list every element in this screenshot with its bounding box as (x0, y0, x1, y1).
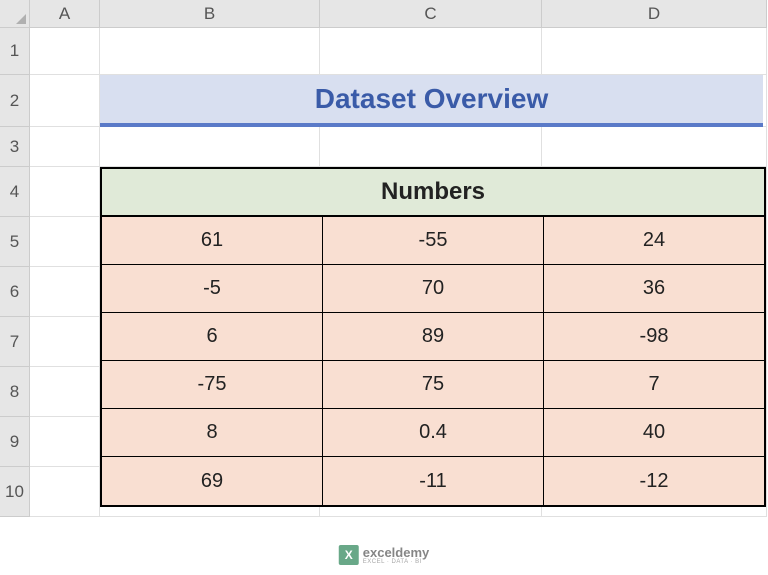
cell-B9[interactable]: 8 (102, 409, 323, 457)
row-header-3[interactable]: 3 (0, 127, 30, 167)
cell-C9[interactable]: 0.4 (323, 409, 544, 457)
row-header-8[interactable]: 8 (0, 367, 30, 417)
cell-D9[interactable]: 40 (544, 409, 764, 457)
row-header-6[interactable]: 6 (0, 267, 30, 317)
col-header-D[interactable]: D (542, 0, 767, 28)
table-header: Numbers (102, 169, 764, 217)
col-header-A[interactable]: A (30, 0, 100, 28)
table-row: 69 -11 -12 (102, 457, 764, 505)
col-header-C[interactable]: C (320, 0, 542, 28)
excel-icon: X (339, 545, 359, 565)
cell-B5[interactable]: 61 (102, 217, 323, 265)
cell-B6[interactable]: -5 (102, 265, 323, 313)
cell-C8[interactable]: 75 (323, 361, 544, 409)
cell-D6[interactable]: 36 (544, 265, 764, 313)
table-row: 8 0.4 40 (102, 409, 764, 457)
table-row: -5 70 36 (102, 265, 764, 313)
table-row: 61 -55 24 (102, 217, 764, 265)
cell-B7[interactable]: 6 (102, 313, 323, 361)
cell-D10[interactable]: -12 (544, 457, 764, 505)
row-header-5[interactable]: 5 (0, 217, 30, 267)
row-header-7[interactable]: 7 (0, 317, 30, 367)
watermark-main: exceldemy (363, 546, 430, 559)
cell-D5[interactable]: 24 (544, 217, 764, 265)
numbers-table: Numbers 61 -55 24 -5 70 36 6 89 -98 (100, 167, 766, 507)
cell-B8[interactable]: -75 (102, 361, 323, 409)
table-row: -75 75 7 (102, 361, 764, 409)
cell-C10[interactable]: -11 (323, 457, 544, 505)
cell-C5[interactable]: -55 (323, 217, 544, 265)
cell-D7[interactable]: -98 (544, 313, 764, 361)
dataset-title: Dataset Overview (100, 75, 763, 127)
watermark: X exceldemy EXCEL · DATA · BI (339, 545, 430, 565)
row-header-4[interactable]: 4 (0, 167, 30, 217)
row-header-9[interactable]: 9 (0, 417, 30, 467)
cell-C7[interactable]: 89 (323, 313, 544, 361)
select-all-corner[interactable] (0, 0, 30, 28)
row-header-10[interactable]: 10 (0, 467, 30, 517)
cell-D8[interactable]: 7 (544, 361, 764, 409)
table-row: 6 89 -98 (102, 313, 764, 361)
row-header-2[interactable]: 2 (0, 75, 30, 127)
cell-B10[interactable]: 69 (102, 457, 323, 505)
spreadsheet-grid[interactable]: Dataset Overview Numbers 61 -55 24 -5 70… (30, 28, 767, 517)
cell-C6[interactable]: 70 (323, 265, 544, 313)
row-header-1[interactable]: 1 (0, 28, 30, 75)
col-header-B[interactable]: B (100, 0, 320, 28)
watermark-sub: EXCEL · DATA · BI (363, 559, 430, 565)
